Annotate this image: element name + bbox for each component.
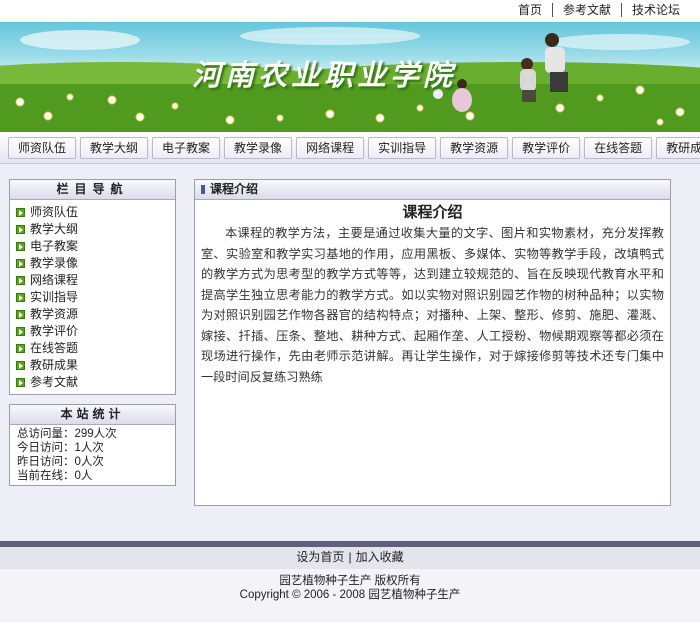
sidebar-item[interactable]: 参考文献: [16, 374, 175, 391]
stats-row-total: 总访问量：299人次: [17, 428, 117, 440]
sidebar-item[interactable]: 教学评价: [16, 323, 175, 340]
nav-item-training-guide[interactable]: 实训指导: [368, 137, 437, 159]
set-homepage-link[interactable]: 设为首页: [296, 550, 344, 564]
footer-links: 设为首页 | 加入收藏: [0, 547, 700, 567]
sidebar-item[interactable]: 电子教案: [16, 238, 175, 255]
arrow-bullet-icon: [16, 208, 25, 217]
footer: 园艺植物种子生产 版权所有 Copyright © 2006 - 2008 园艺…: [0, 569, 700, 622]
sidebar-item[interactable]: 教学大纲: [16, 221, 175, 238]
nav-item-resources[interactable]: 教学资源: [440, 137, 509, 159]
arrow-bullet-icon: [16, 378, 25, 387]
stats-row-yesterday: 昨日访问：0人次: [17, 456, 104, 468]
cloud: [20, 30, 140, 50]
arrow-bullet-icon: [16, 293, 25, 302]
toplink-references[interactable]: 参考文献: [551, 3, 621, 17]
stats-row-online: 当前在线：0人: [17, 470, 93, 482]
add-favorite-link[interactable]: 加入收藏: [356, 550, 404, 564]
footer-links-bar: 设为首页 | 加入收藏: [0, 541, 700, 569]
sidebar-item[interactable]: 在线答题: [16, 340, 175, 357]
nav-item-evaluation[interactable]: 教学评价: [512, 137, 581, 159]
stats-rows: 总访问量：299人次 今日访问：1人次 昨日访问：0人次 当前在线：0人: [10, 425, 175, 483]
top-links-bar: 首页 参考文献 技术论坛: [0, 0, 700, 22]
sidebar-item-label: 教学录像: [30, 256, 79, 270]
sidebar-item[interactable]: 教学资源: [16, 306, 175, 323]
sidebar-item-label: 教研成果: [30, 358, 79, 372]
nav-item-research[interactable]: 教研成果: [656, 137, 700, 159]
site-stats-panel: 本站统计 总访问量：299人次 今日访问：1人次 昨日访问：0人次 当前在线：0…: [9, 404, 176, 486]
stats-title: 本站统计: [10, 405, 175, 425]
sidebar-item-label: 参考文献: [30, 375, 79, 389]
footer-copyright: Copyright © 2006 - 2008 园艺植物种子生产: [239, 589, 461, 601]
sidebar-list: 师资队伍 教学大纲 电子教案 教学录像 网络课程 实训指导 教学资源 教学评价 …: [10, 200, 175, 391]
sidebar-item-label: 教学大纲: [30, 222, 79, 236]
sidebar-item-label: 网络课程: [30, 273, 79, 287]
main-nav-bar: 师资队伍 教学大纲 电子教案 教学录像 网络课程 实训指导 教学资源 教学评价 …: [0, 132, 700, 164]
sidebar-title: 栏目导航: [10, 180, 175, 200]
nav-item-online-quiz[interactable]: 在线答题: [584, 137, 653, 159]
stats-row-today: 今日访问：1人次: [17, 442, 104, 454]
arrow-bullet-icon: [16, 344, 25, 353]
cloud: [240, 27, 420, 45]
arrow-bullet-icon: [16, 242, 25, 251]
sidebar-item[interactable]: 教研成果: [16, 357, 175, 374]
content-title: 课程介绍: [402, 204, 463, 221]
arrow-bullet-icon: [16, 310, 25, 319]
nav-item-videos[interactable]: 教学录像: [224, 137, 293, 159]
sidebar-item-label: 教学评价: [30, 324, 79, 338]
sidebar-nav-panel: 栏目导航 师资队伍 教学大纲 电子教案 教学录像 网络课程 实训指导 教学资源 …: [9, 179, 176, 395]
top-links: 首页 参考文献 技术论坛: [508, 3, 690, 17]
course-intro-panel: 课程介绍 课程介绍 本课程的教学方法，主要是通过收集大量的文字、图片和实物素材，…: [194, 179, 671, 506]
sidebar-item-label: 师资队伍: [30, 205, 79, 219]
footer-owner: 园艺植物种子生产 版权所有: [279, 575, 421, 587]
content-body: 本课程的教学方法，主要是通过收集大量的文字、图片和实物素材，充分发挥教室、实验室…: [201, 226, 664, 384]
arrow-bullet-icon: [16, 276, 25, 285]
sidebar-item[interactable]: 师资队伍: [16, 204, 175, 221]
header-banner: 河南农业职业学院: [0, 22, 700, 132]
nav-item-faculty[interactable]: 师资队伍: [8, 137, 77, 159]
sidebar-item-label: 电子教案: [30, 239, 79, 253]
content-header: 课程介绍: [195, 180, 670, 200]
nav-item-online-course[interactable]: 网络课程: [296, 137, 365, 159]
arrow-bullet-icon: [16, 225, 25, 234]
sidebar-item-label: 教学资源: [30, 307, 79, 321]
sidebar-item[interactable]: 网络课程: [16, 272, 175, 289]
sidebar-item[interactable]: 教学录像: [16, 255, 175, 272]
cloud: [550, 34, 690, 50]
arrow-bullet-icon: [16, 259, 25, 268]
nav-item-syllabus[interactable]: 教学大纲: [80, 137, 149, 159]
toplink-forum[interactable]: 技术论坛: [620, 3, 690, 17]
arrow-bullet-icon: [16, 327, 25, 336]
toplink-home[interactable]: 首页: [508, 3, 552, 17]
arrow-bullet-icon: [16, 361, 25, 370]
footer-separator: |: [348, 550, 352, 564]
sidebar-item-label: 实训指导: [30, 290, 79, 304]
main-nav: 师资队伍 教学大纲 电子教案 教学录像 网络课程 实训指导 教学资源 教学评价 …: [8, 137, 700, 159]
site-title: 河南农业职业学院: [192, 58, 457, 92]
sidebar-item-label: 在线答题: [30, 341, 79, 355]
sidebar-item[interactable]: 实训指导: [16, 289, 175, 306]
nav-item-e-lesson-plans[interactable]: 电子教案: [152, 137, 221, 159]
